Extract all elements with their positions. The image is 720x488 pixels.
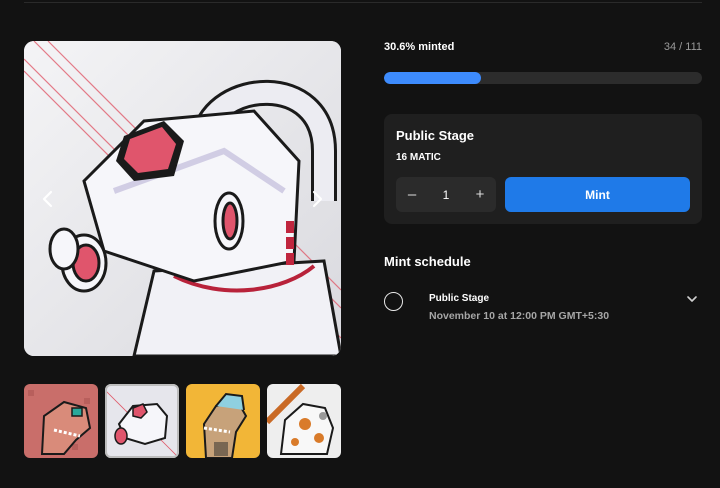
quantity-increase-button[interactable]: +: [464, 177, 496, 212]
artwork-gallery: [24, 41, 341, 356]
quantity-stepper: – 1 +: [396, 177, 496, 212]
gallery-next-button[interactable]: [307, 187, 327, 211]
schedule-heading: Mint schedule: [384, 254, 471, 269]
chevron-down-icon[interactable]: [686, 293, 698, 305]
thumbnail-strip: [24, 384, 341, 458]
thumbnail-image: [105, 384, 179, 458]
status-circle-icon: [384, 292, 403, 311]
schedule-item[interactable]: Public Stage November 10 at 12:00 PM GMT…: [384, 287, 702, 327]
mint-button[interactable]: Mint: [505, 177, 690, 212]
quantity-value[interactable]: 1: [428, 177, 464, 212]
quantity-decrease-button[interactable]: –: [396, 177, 428, 212]
chevron-right-icon: [312, 190, 323, 208]
top-divider: [24, 2, 702, 3]
thumbnail-4[interactable]: [267, 384, 341, 458]
stage-card: Public Stage 16 MATIC – 1 + Mint: [384, 114, 702, 224]
thumbnail-2[interactable]: [105, 384, 179, 458]
thumbnail-image: [267, 384, 341, 458]
gallery-prev-button[interactable]: [38, 187, 58, 211]
stage-title: Public Stage: [396, 128, 475, 143]
schedule-item-title: Public Stage: [429, 293, 490, 304]
mint-progress-bar: [384, 72, 702, 84]
thumbnail-3[interactable]: [186, 384, 260, 458]
chevron-left-icon: [42, 190, 53, 208]
schedule-item-date: November 10 at 12:00 PM GMT+5:30: [429, 310, 610, 322]
mint-progress-label: 30.6% minted: [384, 41, 455, 53]
stage-price: 16 MATIC: [396, 152, 441, 163]
thumbnail-image: [186, 384, 260, 458]
artwork-image: [24, 41, 341, 356]
mint-count: 34 / 111: [663, 41, 702, 53]
thumbnail-1[interactable]: [24, 384, 98, 458]
mint-progress-fill: [384, 72, 482, 84]
thumbnail-image: [24, 384, 98, 458]
